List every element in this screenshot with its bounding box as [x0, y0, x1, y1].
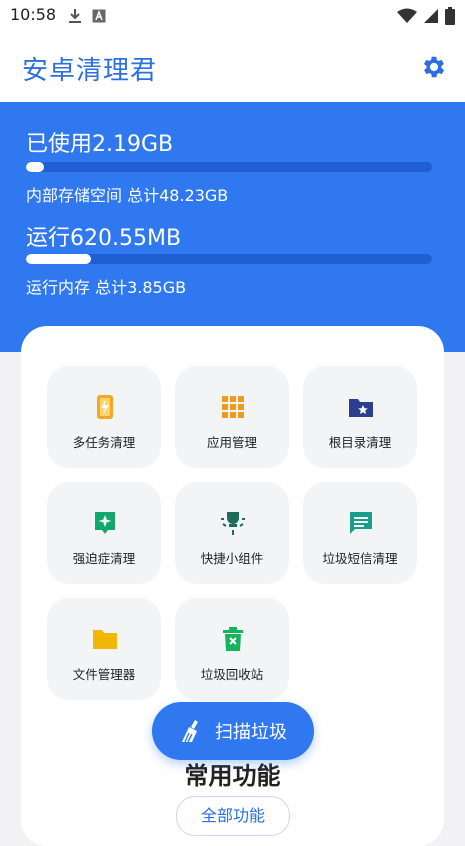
status-bar: 10:58 — [0, 0, 465, 34]
tool-label: 垃圾回收站 — [200, 667, 264, 682]
storage-progress-bar — [26, 162, 432, 172]
memory-total-label: 运行内存 总计3.85GB — [26, 278, 187, 297]
memory-progress-bar — [26, 254, 432, 264]
download-icon — [69, 9, 81, 23]
scan-junk-button[interactable]: 扫描垃圾 — [152, 702, 314, 760]
tool-recycle-bin[interactable]: 垃圾回收站 — [175, 598, 289, 700]
storage-panel: 已使用2.19GB 内部存储空间 总计48.23GB 运行620.55MB 运行… — [0, 102, 465, 352]
storage-used-title: 已使用2.19GB — [26, 132, 174, 157]
app-title: 安卓清理君 — [22, 56, 158, 86]
sparkle-badge-icon — [95, 512, 115, 534]
tool-label: 文件管理器 — [72, 667, 136, 682]
tool-label: 根目录清理 — [328, 435, 392, 450]
battery-icon — [445, 7, 455, 25]
all-features-button[interactable]: 全部功能 — [176, 796, 290, 836]
tool-app-manager[interactable]: 应用管理 — [175, 366, 289, 468]
broom-icon — [182, 720, 198, 743]
tool-label: 垃圾短信清理 — [322, 551, 398, 566]
signal-icon — [424, 9, 438, 23]
app-bar: 安卓清理君 — [0, 34, 465, 102]
tool-spam-sms-clean[interactable]: 垃圾短信清理 — [303, 482, 417, 584]
storage-total-label: 内部存储空间 总计48.23GB — [26, 186, 229, 205]
tool-shortcut-widget[interactable]: 快捷小组件 — [175, 482, 289, 584]
folder-star-icon — [349, 399, 373, 417]
tool-multitask-clean[interactable]: 多任务清理 — [47, 366, 161, 468]
lightbulb-icon — [221, 512, 245, 535]
tool-root-dir-clean[interactable]: 根目录清理 — [303, 366, 417, 468]
trash-icon — [223, 627, 243, 651]
storage-progress-fill — [26, 162, 45, 172]
tools-card: 多任务清理 应用管理 根目录清理 强迫症清理 快捷小组件 垃圾短信清理 文件管理… — [21, 326, 444, 846]
notification-a-icon — [92, 9, 106, 23]
tool-file-manager[interactable]: 文件管理器 — [47, 598, 161, 700]
tool-label: 快捷小组件 — [200, 551, 264, 566]
memory-used-title: 运行620.55MB — [26, 226, 182, 251]
tool-label: 多任务清理 — [72, 435, 136, 450]
tool-label: 强迫症清理 — [72, 551, 136, 566]
tool-ocd-clean[interactable]: 强迫症清理 — [47, 482, 161, 584]
section-title: 常用功能 — [184, 762, 281, 790]
memory-progress-fill — [26, 254, 91, 264]
apps-grid-icon — [222, 396, 244, 418]
phone-bolt-icon — [97, 395, 113, 419]
folder-icon — [93, 630, 117, 649]
tool-label: 应用管理 — [206, 435, 257, 450]
scan-junk-label: 扫描垃圾 — [215, 722, 287, 743]
status-time: 10:58 — [10, 5, 57, 24]
gear-icon — [423, 56, 445, 78]
settings-button[interactable] — [417, 50, 451, 84]
message-icon — [350, 512, 372, 534]
wifi-icon — [397, 8, 417, 23]
